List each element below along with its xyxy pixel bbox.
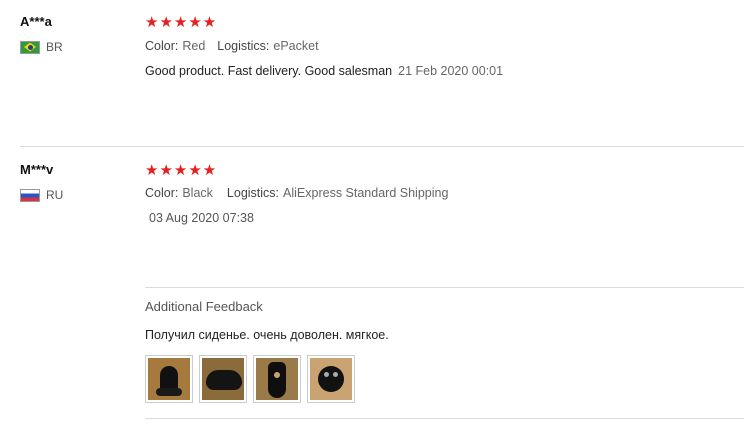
logistics-label: Logistics: bbox=[226, 186, 280, 200]
reviewer-country: BR bbox=[20, 40, 63, 54]
reviewer-country: RU bbox=[20, 188, 63, 202]
saddle-photo-icon bbox=[310, 358, 352, 400]
review-divider bbox=[20, 146, 744, 147]
review-date: 21 Feb 2020 00:01 bbox=[398, 64, 504, 78]
additional-feedback-title: Additional Feedback bbox=[145, 299, 263, 314]
color-value: Red bbox=[182, 39, 206, 53]
review-body: Good product. Fast delivery. Good salesm… bbox=[145, 64, 393, 78]
feedback-photo-thumbnail[interactable] bbox=[199, 355, 247, 403]
star-rating: ★★★★★ bbox=[145, 14, 218, 31]
logistics-value: AliExpress Standard Shipping bbox=[283, 186, 449, 200]
review-divider bbox=[145, 418, 744, 419]
logistics-value: ePacket bbox=[273, 39, 319, 53]
saddle-photo-icon bbox=[256, 358, 298, 400]
reviewer-name: M***v bbox=[20, 162, 54, 177]
saddle-photo-icon bbox=[202, 358, 244, 400]
color-label: Color: bbox=[145, 186, 179, 200]
review-attributes: Color: Black Logistics: AliExpress Standard… bbox=[145, 186, 448, 200]
reviewer-name: A***a bbox=[20, 14, 52, 29]
star-rating: ★★★★★ bbox=[145, 162, 218, 179]
logistics-label: Logistics: bbox=[217, 39, 270, 53]
brazil-flag-icon bbox=[20, 40, 40, 54]
review-date: 03 Aug 2020 07:38 bbox=[149, 211, 254, 225]
color-value: Black bbox=[182, 186, 213, 200]
review-attributes: Color: Red Logistics: ePacket bbox=[145, 39, 319, 53]
feedback-photo-thumbnail[interactable] bbox=[253, 355, 301, 403]
saddle-photo-icon bbox=[148, 358, 190, 400]
feedback-photo-thumbnail[interactable] bbox=[307, 355, 355, 403]
additional-feedback-text: Получил сиденье. очень доволен. мягкое. bbox=[145, 328, 389, 342]
additional-feedback-divider bbox=[145, 287, 744, 288]
country-code: BR bbox=[46, 40, 63, 54]
feedback-photo-thumbnail[interactable] bbox=[145, 355, 193, 403]
review-text: Good product. Fast delivery. Good salesm… bbox=[145, 64, 503, 78]
color-label: Color: bbox=[145, 39, 179, 53]
russia-flag-icon bbox=[20, 188, 40, 202]
country-code: RU bbox=[46, 188, 64, 202]
feedback-photos bbox=[145, 355, 355, 403]
